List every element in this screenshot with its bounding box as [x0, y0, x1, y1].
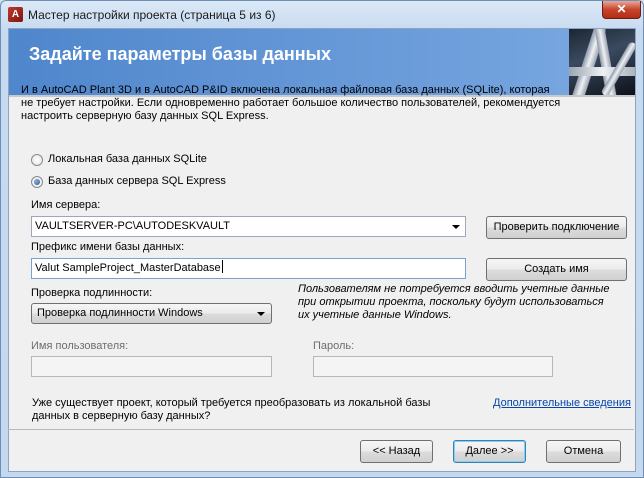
username-label: Имя пользователя:	[31, 340, 129, 352]
auth-value: Проверка подлинности Windows	[37, 307, 203, 319]
more-info-link[interactable]: Дополнительные сведения	[493, 397, 631, 409]
description-text: И в AutoCAD Plant 3D и в AutoCAD P&ID вк…	[21, 84, 561, 122]
pipes-image	[569, 29, 635, 95]
db-prefix-input[interactable]: Valut SampleProject_MasterDatabase	[31, 258, 466, 279]
username-input[interactable]	[31, 356, 272, 377]
next-button[interactable]: Далее >>	[453, 440, 526, 463]
cancel-button[interactable]: Отмена	[546, 440, 621, 463]
sql-express-radio[interactable]	[31, 176, 43, 188]
auth-label: Проверка подлинности:	[31, 287, 153, 299]
text-caret	[221, 260, 223, 273]
server-name-combobox[interactable]: VAULTSERVER-PC\AUTODESKVAULT	[31, 216, 466, 237]
auth-note: Пользователям не потребуется вводить уче…	[298, 283, 610, 321]
back-button[interactable]: << Назад	[360, 440, 433, 463]
title-bar[interactable]: A Мастер настройки проекта (страница 5 и…	[1, 1, 643, 29]
check-connection-button[interactable]: Проверить подключение	[486, 216, 627, 239]
page-title: Задайте параметры базы данных	[29, 44, 332, 64]
sqlite-radio-label[interactable]: Локальная база данных SQLite	[48, 153, 207, 165]
close-button[interactable]: ✕	[602, 1, 641, 19]
convert-question-text: Уже существует проект, который требуется…	[32, 397, 431, 422]
server-name-value: VAULTSERVER-PC\AUTODESKVAULT	[35, 220, 230, 232]
server-name-label: Имя сервера:	[31, 199, 101, 211]
chevron-down-icon[interactable]	[257, 312, 265, 316]
footer-separator	[8, 429, 634, 430]
create-name-button[interactable]: Создать имя	[486, 258, 627, 281]
autocad-app-icon: A	[8, 7, 23, 22]
window-title: Мастер настройки проекта (страница 5 из …	[28, 8, 276, 22]
password-input[interactable]	[313, 356, 553, 377]
auth-dropdown[interactable]: Проверка подлинности Windows	[31, 303, 272, 324]
db-prefix-value: Valut SampleProject_MasterDatabase	[35, 262, 221, 274]
sql-express-radio-label[interactable]: База данных сервера SQL Express	[48, 175, 226, 187]
db-prefix-label: Префикс имени базы данных:	[31, 241, 185, 253]
chevron-down-icon[interactable]	[452, 225, 460, 229]
sqlite-radio[interactable]	[31, 154, 43, 166]
password-label: Пароль:	[313, 340, 355, 352]
